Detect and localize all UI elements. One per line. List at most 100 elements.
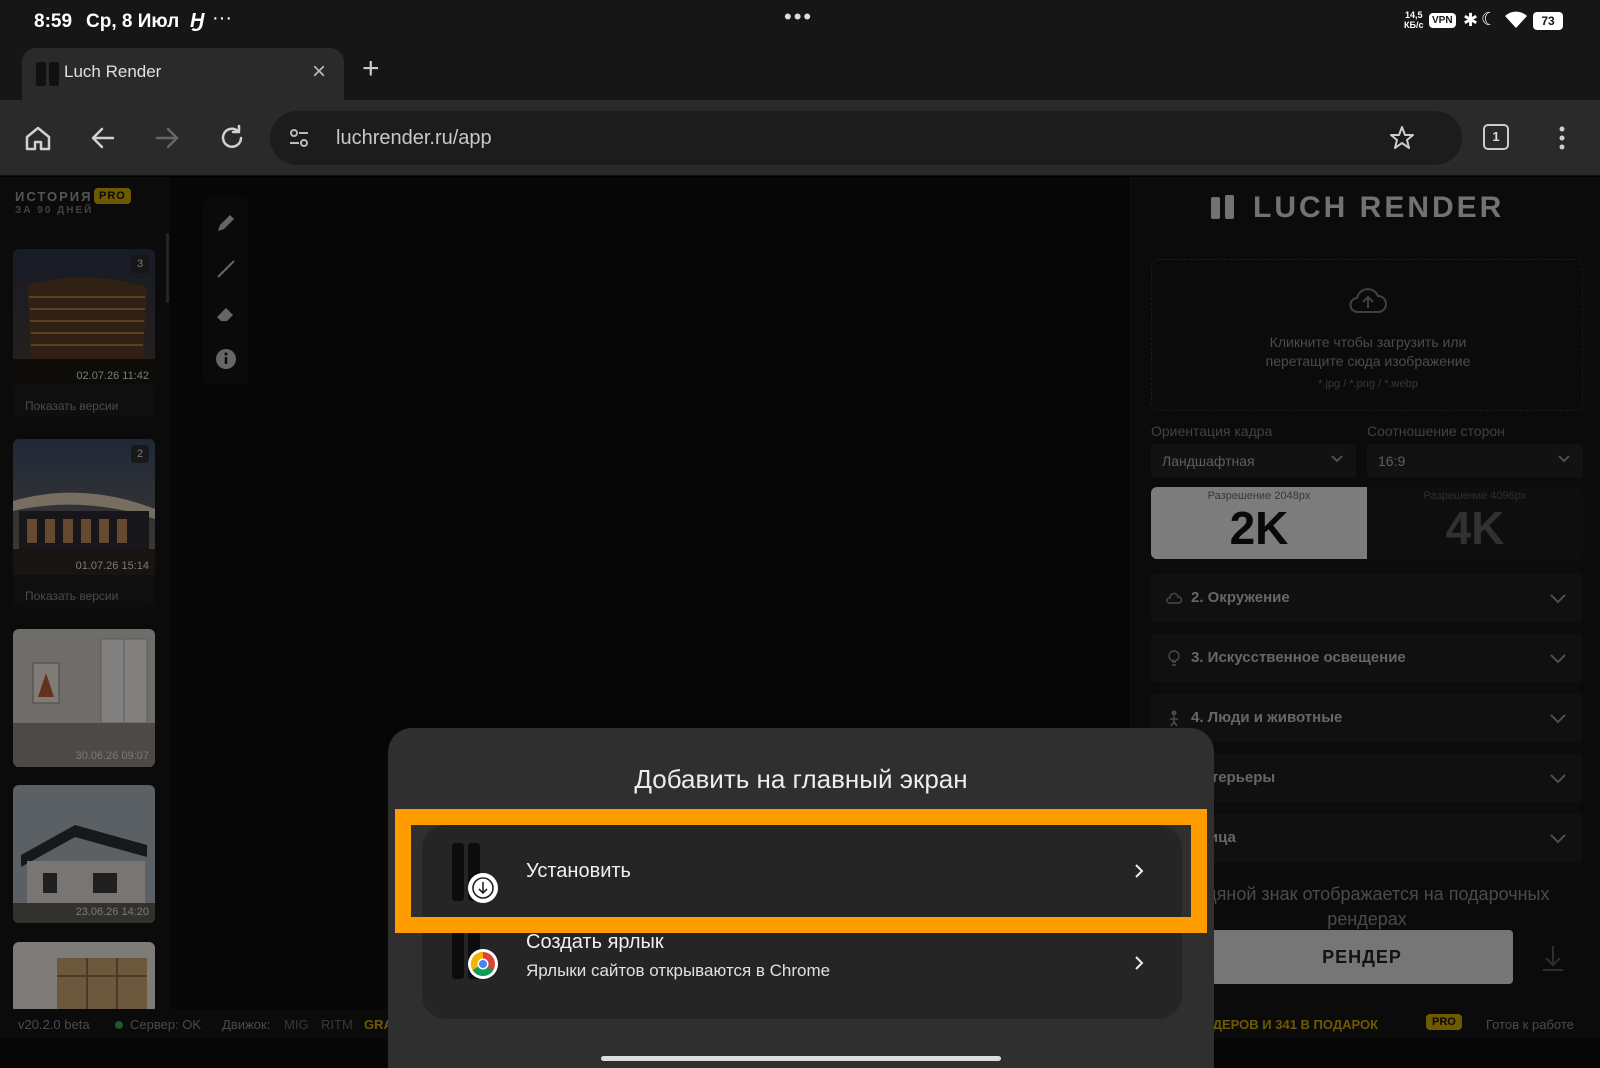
- close-tab-icon[interactable]: ×: [312, 58, 326, 86]
- section-artificial-lighting[interactable]: 3. Искусственное освещение: [1151, 633, 1583, 683]
- ratio-select[interactable]: 16:9: [1367, 444, 1583, 478]
- render-thumbnail: [13, 942, 155, 1009]
- render-date: 30.06.26 09:07: [75, 750, 149, 762]
- engine-ritm[interactable]: RITM: [321, 1017, 353, 1032]
- history-item[interactable]: 3 02.07.26 11:42 Показать версии: [13, 249, 155, 417]
- resolution-4k-option[interactable]: Разрешение 4096px 4K: [1367, 487, 1583, 559]
- orientation-label: Ориентация кадра: [1151, 423, 1273, 439]
- history-sidebar: ИСТОРИЯ PRO ЗА 90 ДНЕЙ 3 02.07.26 11:42 …: [0, 177, 170, 1009]
- eraser-icon[interactable]: [214, 302, 238, 326]
- info-icon[interactable]: [214, 347, 238, 371]
- battery-icon: 73: [1533, 12, 1563, 30]
- luch-logo-icon: [1211, 195, 1234, 219]
- render-date: 23.06.26 14:20: [75, 906, 149, 918]
- back-icon[interactable]: [83, 118, 123, 158]
- resolution-toggle: Разрешение 2048px 2K Разрешение 4096px 4…: [1151, 487, 1583, 559]
- upload-hint-line2: перетащите сюда изображение: [1265, 353, 1471, 369]
- engine-label: Движок:: [222, 1017, 271, 1032]
- chevron-right-icon: [1135, 956, 1144, 970]
- gift-renders-counter: РЕНДЕРОВ И 341 В ПОДАРОК: [1186, 1017, 1379, 1032]
- server-status: Сервер: OK: [130, 1017, 202, 1032]
- browser-tab-strip: Luch Render × +: [0, 46, 1600, 100]
- upload-dropzone[interactable]: Кликните чтобы загрузить или перетащите …: [1151, 259, 1583, 411]
- app-notification-icon: Ӈ: [190, 10, 205, 32]
- highlight-frame: [395, 809, 1207, 933]
- history-item[interactable]: 30.06.26 09:07: [13, 629, 155, 767]
- bulb-icon: [1168, 650, 1180, 666]
- wifi-icon: [1505, 11, 1527, 28]
- orientation-select[interactable]: Ландшафтная: [1151, 444, 1356, 478]
- site-favicon-icon: [36, 62, 60, 86]
- more-notifications-icon: ···: [212, 7, 232, 29]
- history-item[interactable]: [13, 942, 155, 1009]
- menu-icon[interactable]: [1542, 118, 1582, 158]
- cloud-upload-icon: [1349, 288, 1387, 313]
- clock: 8:59: [34, 11, 73, 32]
- chevron-down-icon: [1550, 834, 1566, 844]
- render-thumbnail: [13, 629, 155, 767]
- browser-tab[interactable]: Luch Render ×: [22, 48, 344, 100]
- server-status-dot: [115, 1021, 123, 1029]
- create-shortcut-option[interactable]: Создать ярлык Ярлыки сайтов открываются …: [422, 921, 1182, 1019]
- tab-title: Luch Render: [64, 62, 162, 81]
- render-button[interactable]: РЕНДЕР: [1211, 930, 1513, 984]
- chrome-icon: [468, 949, 498, 979]
- pro-badge: PRO: [1426, 1014, 1462, 1030]
- app-version: v20.2.0 beta: [18, 1017, 90, 1032]
- weather-icon: [1166, 592, 1183, 604]
- home-icon[interactable]: [18, 118, 58, 158]
- chevron-down-icon: [1558, 455, 1570, 463]
- chevron-down-icon: [1550, 774, 1566, 784]
- upload-hint-line1: Кликните чтобы загрузить или: [1269, 334, 1467, 350]
- date: Ср, 8 Июл: [86, 11, 180, 32]
- history-title: ИСТОРИЯ: [15, 189, 93, 204]
- create-shortcut-description: Ярлыки сайтов открываются в Chrome: [526, 961, 831, 980]
- watermark-note: Водяной знак отображается на подарочных …: [1184, 884, 1550, 929]
- chevron-down-icon: [1550, 594, 1566, 604]
- bluetooth-icon: ✱: [1463, 10, 1479, 30]
- history-scrollbar[interactable]: [166, 233, 169, 303]
- forward-icon[interactable]: [147, 118, 187, 158]
- drawing-tools: [203, 197, 248, 385]
- section-people-animals[interactable]: 4. Люди и животные: [1151, 693, 1583, 743]
- upload-formats: *.jpg / *.png / *.webp: [1318, 378, 1418, 390]
- home-gesture-bar[interactable]: [601, 1056, 1001, 1061]
- render-date: 01.07.26 15:14: [75, 560, 149, 572]
- new-tab-button[interactable]: +: [362, 52, 380, 86]
- work-status: Готов к работе: [1486, 1017, 1574, 1032]
- show-versions-link[interactable]: Показать версии: [25, 399, 118, 413]
- reload-icon[interactable]: [212, 118, 252, 158]
- download-icon[interactable]: [1523, 930, 1583, 984]
- chevron-down-icon: [1550, 654, 1566, 664]
- vpn-icon: VPN: [1429, 13, 1456, 28]
- resolution-2k-option[interactable]: Разрешение 2048px 2K: [1151, 487, 1367, 559]
- person-icon: [1170, 710, 1178, 727]
- engine-mig[interactable]: MIG: [284, 1017, 309, 1032]
- section-environment[interactable]: 2. Окружение: [1151, 573, 1583, 623]
- create-shortcut-label: Создать ярлык: [526, 931, 664, 953]
- render-date: 02.07.26 11:42: [76, 370, 149, 382]
- render-thumbnail: [13, 785, 155, 923]
- address-bar[interactable]: luchrender.ru/app: [270, 111, 1462, 165]
- show-versions-link[interactable]: Показать версии: [25, 589, 118, 603]
- browser-toolbar: luchrender.ru/app 1: [0, 100, 1600, 176]
- system-status-bar: 8:59 Ср, 8 Июл Ӈ ··· ••• 14,5 КБ/с VPN ✱…: [0, 0, 1600, 46]
- multitask-dots-icon[interactable]: •••: [784, 4, 813, 30]
- app-logo-text: LUCH RENDER: [1253, 191, 1505, 224]
- section-interiors[interactable]: Интерьеры: [1151, 753, 1583, 803]
- url-text[interactable]: luchrender.ru/app: [336, 127, 492, 150]
- section-street[interactable]: Улица: [1151, 813, 1583, 863]
- pencil-icon[interactable]: [214, 211, 238, 235]
- network-speed: 14,5 КБ/с: [1404, 10, 1424, 30]
- history-item[interactable]: 2 01.07.26 15:14 Показать версии: [13, 439, 155, 607]
- chevron-down-icon: [1331, 455, 1343, 463]
- ratio-label: Соотношение сторон: [1367, 423, 1505, 439]
- versions-count-badge: 3: [131, 255, 149, 273]
- bookmark-star-icon[interactable]: [1388, 124, 1416, 152]
- tab-switcher-button[interactable]: 1: [1483, 124, 1509, 150]
- versions-count-badge: 2: [131, 445, 149, 463]
- line-tool-icon[interactable]: [214, 257, 238, 281]
- history-item[interactable]: 23.06.26 14:20: [13, 785, 155, 923]
- site-settings-icon[interactable]: [288, 127, 310, 149]
- pro-badge: PRO: [94, 188, 131, 204]
